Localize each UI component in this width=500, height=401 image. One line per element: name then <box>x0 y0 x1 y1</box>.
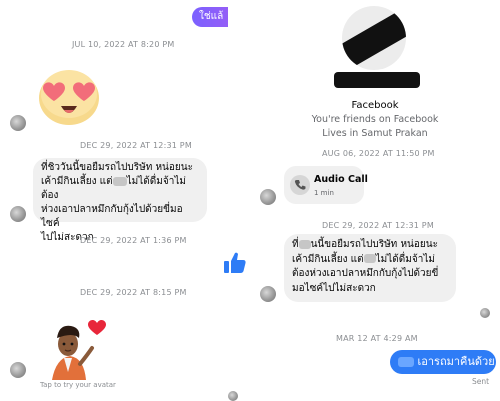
message-text: เอารถมาคืนด้วย <box>417 355 495 368</box>
sender-avatar[interactable] <box>260 189 276 205</box>
message-line: ต้องห่วงเอาปลาหมึกกับกุ้งไปด้วยขี่ <box>292 268 439 279</box>
sender-avatar[interactable] <box>10 115 26 131</box>
seen-avatar <box>480 308 490 318</box>
timestamp: MAR 12 AT 4:29 AM <box>336 334 418 343</box>
thumbs-up-icon[interactable] <box>222 250 248 276</box>
sender-avatar[interactable] <box>10 362 26 378</box>
incoming-message-bubble[interactable]: ที่ชิววันนี้ขอยืมรถไปบริษัท หน่อยนะ เค้า… <box>33 158 207 243</box>
message-line: เค้ามีกินเลี้ยง แต่ ไม่ได้ดื่มจ้าไม่ <box>292 253 435 265</box>
timestamp: DEC 29, 2022 AT 12:31 PM <box>80 141 192 150</box>
timestamp: JUL 10, 2022 AT 8:20 PM <box>72 40 175 49</box>
sent-status: Sent <box>472 377 490 386</box>
right-chat-pane: Facebook You're friends on Facebook Live… <box>240 0 500 401</box>
sender-avatar[interactable] <box>10 206 26 222</box>
message-line: เค้ามีกินเลี้ยง แต่ ไม่ได้ดื่มจ้าไม่ต้อง <box>41 176 186 201</box>
message-text: ใช่แล้ <box>199 11 224 22</box>
avatar-sticker-icon[interactable] <box>42 318 112 380</box>
incoming-message-bubble[interactable]: ที่ นนี้ขอยืมรถไปบริษัท หน่อยนะ เค้ามีกิน… <box>284 234 456 302</box>
sender-avatar[interactable] <box>228 391 238 401</box>
redacted-name <box>112 176 127 186</box>
redacted-name <box>298 239 311 249</box>
redacted-name <box>363 254 376 263</box>
redaction-mark <box>342 7 406 70</box>
call-title: Audio Call <box>314 174 368 185</box>
heart-icon <box>88 320 106 335</box>
audio-call-bubble[interactable]: Audio Call 1 min <box>284 166 368 204</box>
message-line: ห่วงเอาปลาหมึกกับกุ้งไปด้วยขี่มอไซค์ <box>41 204 183 229</box>
location-text: Lives in Samut Prakan <box>322 128 428 139</box>
sender-avatar[interactable] <box>260 286 276 302</box>
message-line: มอไซค์ไปไม่สะดวก <box>292 282 376 294</box>
timestamp: DEC 29, 2022 AT 1:36 PM <box>80 236 187 245</box>
redacted-word <box>398 357 414 367</box>
redacted-name-bar <box>334 72 420 88</box>
message-line: ที่ชิววันนี้ขอยืมรถไปบริษัท หน่อยนะ <box>41 162 193 173</box>
outgoing-message-bubble[interactable]: เอารถมาคืนด้วย <box>390 350 496 374</box>
avatar-hint-text[interactable]: Tap to try your avatar <box>40 381 116 389</box>
profile-avatar[interactable] <box>342 6 406 70</box>
heart-eyes-emoji-icon <box>34 66 104 126</box>
message-line: ที่ นนี้ขอยืมรถไปบริษัท หน่อยนะ <box>292 239 438 250</box>
profile-name: Facebook <box>351 100 399 111</box>
timestamp: AUG 06, 2022 AT 11:50 PM <box>322 149 435 158</box>
call-duration: 1 min <box>314 189 334 197</box>
phone-icon <box>290 175 310 195</box>
outgoing-message-bubble[interactable]: ใช่แล้ <box>192 7 228 27</box>
left-chat-pane: ใช่แล้ JUL 10, 2022 AT 8:20 PM DEC 29, 2… <box>0 0 228 401</box>
timestamp: DEC 29, 2022 AT 8:15 PM <box>80 288 187 297</box>
friends-text: You're friends on Facebook <box>311 114 439 125</box>
timestamp: DEC 29, 2022 AT 12:31 PM <box>322 221 434 230</box>
